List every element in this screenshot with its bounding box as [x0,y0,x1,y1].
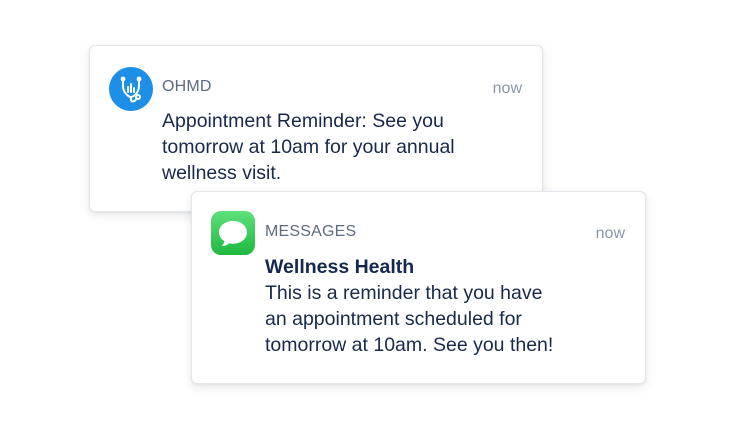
app-name: OHMD [162,78,212,95]
message-bubble-icon [211,211,255,255]
body-line: wellness visit. [162,162,282,184]
notification-body: Appointment Reminder: See you tomorrow a… [162,108,502,186]
body-line: tomorrow at 10am. See you then! [265,334,554,356]
body-line: tomorrow at 10am for your annual [162,136,455,158]
stethoscope-icon [109,67,153,111]
sender-name: Wellness Health [265,256,415,278]
body-line: Appointment Reminder: See you [162,110,444,132]
messages-notification[interactable]: MESSAGES now Wellness Health This is a r… [191,191,646,384]
ohmd-notification[interactable]: OHMD now Appointment Reminder: See you t… [89,45,543,212]
body-line: an appointment scheduled for [265,308,522,330]
body-line: This is a reminder that you have [265,282,543,304]
notification-body: This is a reminder that you have an appo… [265,280,595,358]
notification-time: now [595,225,625,242]
notification-time: now [492,80,522,97]
app-name: MESSAGES [265,223,357,240]
